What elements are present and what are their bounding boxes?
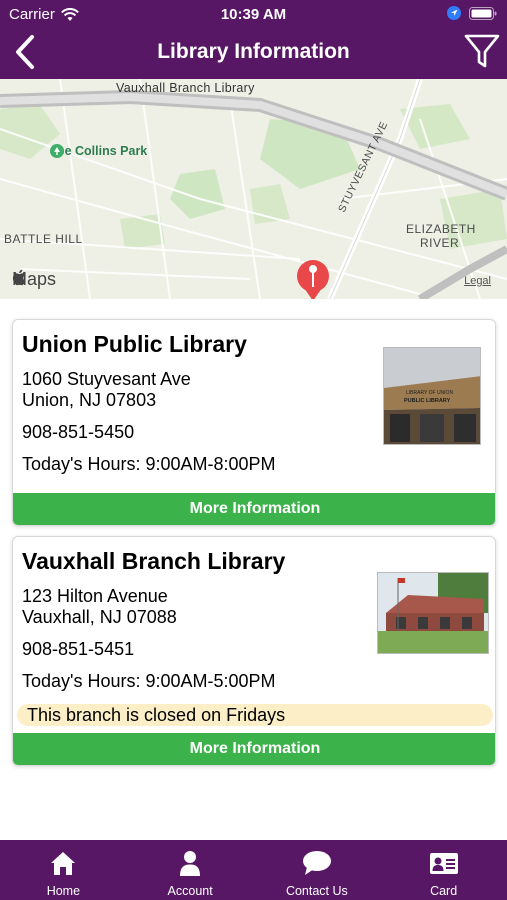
address-line-1: 1060 Stuyvesant Ave xyxy=(22,369,191,389)
apple-logo-icon xyxy=(12,269,26,286)
chat-bubble-icon xyxy=(302,851,331,875)
map-pin-icon xyxy=(297,260,329,299)
tab-label: Card xyxy=(430,884,458,898)
location-arrow-icon xyxy=(447,6,461,20)
library-card-vauxhall[interactable]: Vauxhall Branch Library 123 Hilton Avenu… xyxy=(12,536,496,766)
tab-home[interactable]: Home xyxy=(0,840,127,900)
address-line-2: Union, NJ 07803 xyxy=(22,390,157,410)
status-bar: Carrier 10:39 AM xyxy=(0,0,507,28)
tab-contact-us[interactable]: Contact Us xyxy=(254,840,381,900)
address-line-1: 123 Hilton Avenue xyxy=(22,586,168,606)
library-name: Union Public Library xyxy=(22,331,247,357)
home-icon xyxy=(51,852,76,875)
header: Carrier 10:39 AM Library Information xyxy=(0,0,507,79)
library-photo: LIBRARY OF UNION PUBLIC LIBRARY xyxy=(383,347,481,445)
status-right xyxy=(447,6,497,20)
map-road-label: Vauxhall Branch Library xyxy=(116,81,255,95)
phone-number[interactable]: 908-851-5450 xyxy=(22,422,134,443)
clock: 10:39 AM xyxy=(220,6,287,23)
vauxhall-library-image xyxy=(378,573,488,653)
thumb-text-2: PUBLIC LIBRARY xyxy=(404,398,451,404)
area-label-river: RIVER xyxy=(420,236,460,250)
maps-brand: Maps xyxy=(12,269,56,290)
thumb-text-1: LIBRARY OF UNION xyxy=(406,390,453,396)
filter-funnel-icon[interactable] xyxy=(463,32,501,70)
area-label-battle-hill: BATTLE HILL xyxy=(4,232,83,246)
tab-label: Account xyxy=(167,884,213,898)
page-title: Library Information xyxy=(157,40,350,63)
park-name: Joe Collins Park xyxy=(50,144,148,158)
tab-bar: Home Account Contact Us Card xyxy=(0,840,507,900)
closed-notice: This branch is closed on Fridays xyxy=(17,704,493,726)
park-icon xyxy=(50,144,64,158)
map-background xyxy=(0,79,507,299)
library-photo xyxy=(377,572,489,654)
more-information-button[interactable]: More Information xyxy=(13,493,495,525)
id-card-icon xyxy=(429,853,458,874)
battery-icon xyxy=(469,6,497,20)
map-view[interactable]: Vauxhall Branch Library Joe Collins Park… xyxy=(0,79,507,299)
more-information-button[interactable]: More Information xyxy=(13,733,495,765)
area-label-elizabeth: ELIZABETH xyxy=(406,222,476,236)
phone-number[interactable]: 908-851-5451 xyxy=(22,639,134,660)
person-icon xyxy=(180,851,201,876)
todays-hours: Today's Hours: 9:00AM-5:00PM xyxy=(22,671,276,691)
tab-card[interactable]: Card xyxy=(380,840,507,900)
tab-label: Contact Us xyxy=(285,884,348,898)
union-library-image: LIBRARY OF UNION PUBLIC LIBRARY xyxy=(384,348,480,444)
todays-hours: Today's Hours: 9:00AM-8:00PM xyxy=(22,454,276,474)
legal-link[interactable]: Legal xyxy=(464,275,491,287)
address-line-2: Vauxhall, NJ 07088 xyxy=(22,607,177,627)
park-label: Joe Collins Park xyxy=(50,144,147,158)
tab-account[interactable]: Account xyxy=(127,840,254,900)
library-card-union[interactable]: Union Public Library 1060 Stuyvesant Ave… xyxy=(12,319,496,526)
nav-bar: Library Information xyxy=(0,28,507,79)
library-name: Vauxhall Branch Library xyxy=(22,548,286,574)
tab-label: Home xyxy=(46,884,81,898)
